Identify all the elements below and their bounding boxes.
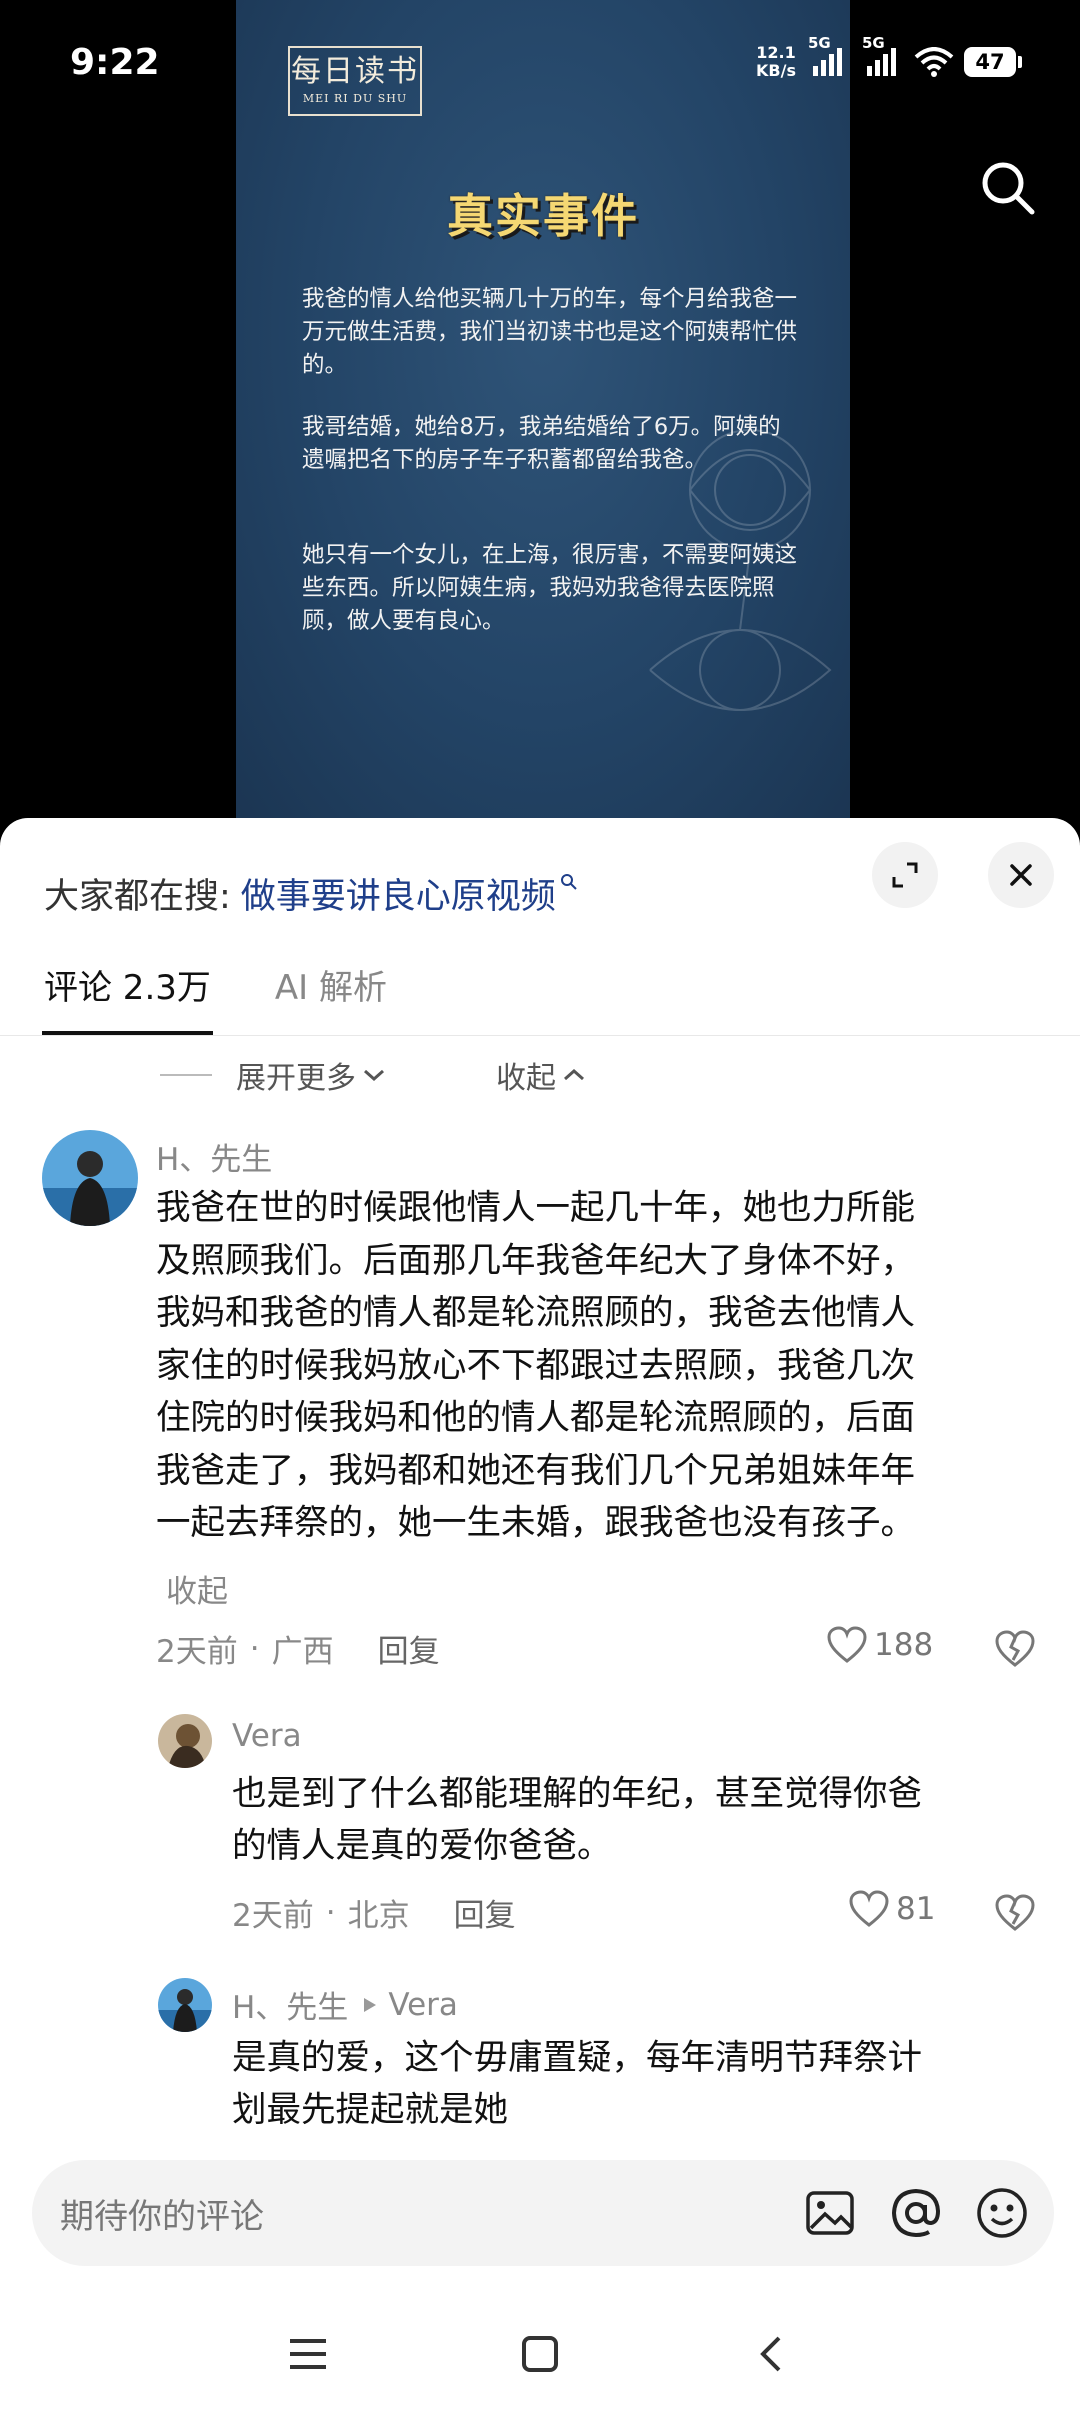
heart-icon	[827, 1626, 867, 1663]
back-chevron-icon	[760, 2336, 781, 2372]
logo-title: 每日读书	[291, 54, 419, 89]
video-paragraph: 我哥结婚，她给8万，我弟结婚给了6万。阿姨的遗嘱把名下的房子车子积蓄都留给我爸。	[302, 414, 781, 473]
comment-username[interactable]: H、先生	[156, 1134, 272, 1179]
comment-line: 及照顾我们。后面那几年我爸年纪大了身体不好，	[156, 1240, 915, 1281]
comment-line: 家住的时候我妈放心不下都跟过去照顾，我爸几次	[156, 1345, 915, 1386]
trending-search[interactable]: 大家都在搜: 做事要讲良心原视频	[44, 848, 578, 938]
nav-menu-button[interactable]	[278, 2324, 338, 2384]
comment-line: 住院的时候我妈和他的情人都是轮流照顾的，后面	[156, 1398, 915, 1438]
like-count: 81	[896, 1891, 936, 1927]
comment-text: 我爸在世的时候跟他情人一起几十年，她也力所能 及照顾我们。后面那几年我爸年纪大了…	[156, 1182, 915, 1550]
wifi-icon	[914, 47, 954, 77]
avatar[interactable]	[158, 1714, 212, 1768]
signal-icon: 5G	[862, 34, 896, 76]
tab-bar: 评论 2.3万 AI 解析	[42, 953, 451, 1035]
comment-location: 北京	[347, 1898, 410, 1934]
tab-comments[interactable]: 评论 2.3万	[42, 953, 213, 1035]
reply-meta: 2天前 · 北京 回复	[232, 1890, 516, 1935]
signal-label: 5G	[862, 34, 885, 52]
reply-text: 是真的爱，这个毋庸置疑，每年清明节拜祭计 划最先提起就是她	[232, 2032, 922, 2136]
network-speed: 12.1 KB/s	[756, 44, 796, 80]
video-title: 真实事件	[447, 189, 639, 243]
reply-arrow-icon	[364, 1997, 377, 2012]
image-icon	[806, 2191, 854, 2235]
replies-toggle-row: 展开更多 收起	[160, 1040, 586, 1110]
reply-button[interactable]: 回复	[454, 1890, 516, 1935]
comment-line: 我爸走了，我妈都和她还有我们几个兄弟姐妹年年	[156, 1450, 915, 1491]
network-speed-unit: KB/s	[756, 61, 796, 80]
close-button[interactable]	[988, 842, 1054, 908]
logo-subtitle: MEI RI DU SHU	[302, 92, 408, 105]
video-player[interactable]: 每日读书 MEI RI DU SHU 真实事件 我爸的情人给他买辆几十万的车，每…	[0, 0, 1080, 830]
meta-separator: ·	[249, 1630, 260, 1667]
avatar[interactable]	[42, 1130, 138, 1226]
tabs-divider	[0, 1035, 1080, 1036]
image-button[interactable]	[802, 2185, 858, 2241]
video-paragraph: 我爸的情人给他买辆几十万的车，每个月给我爸一万元做生活费，我们当初读书也是这个阿…	[302, 286, 798, 378]
collapse-comment-link[interactable]: 收起	[166, 1566, 228, 1611]
video-frame[interactable]: 每日读书 MEI RI DU SHU 真实事件 我爸的情人给他买辆几十万的车，每…	[236, 0, 850, 830]
system-nav-bar	[0, 2300, 1080, 2414]
comment-meta: 2天前 · 广西 回复	[156, 1626, 440, 1671]
heart-icon	[849, 1890, 889, 1927]
broken-heart-icon[interactable]	[994, 1630, 1036, 1668]
collapse-link[interactable]: 收起	[496, 1053, 556, 1097]
signal-label: 5G	[808, 34, 831, 52]
expand-more-link[interactable]: 展开更多	[236, 1053, 356, 1097]
emoji-button[interactable]	[974, 2185, 1030, 2241]
comment-line: 划最先提起就是她	[232, 2090, 508, 2130]
avatar[interactable]	[158, 1978, 212, 2032]
status-icons: 12.1 KB/s 5G 5G 47	[756, 34, 1022, 80]
meta-separator: ·	[325, 1894, 336, 1931]
reply-username[interactable]: H、先生	[232, 1982, 348, 2027]
reply-username[interactable]: Vera	[232, 1718, 302, 1754]
comment-line: 也是到了什么都能理解的年纪，甚至觉得你爸	[232, 1774, 922, 1814]
menu-icon	[290, 2339, 326, 2369]
comment-input[interactable]: 期待你的评论	[32, 2160, 1054, 2266]
broken-heart-icon[interactable]	[994, 1894, 1036, 1932]
home-square-icon	[522, 2336, 558, 2372]
expand-icon	[892, 862, 918, 888]
comment-location: 广西	[271, 1634, 334, 1670]
chevron-up-icon	[564, 1068, 584, 1081]
divider-dash	[160, 1074, 212, 1076]
chevron-down-icon	[364, 1069, 384, 1082]
comment-line: 我妈和我爸的情人都是轮流照顾的，我爸去他情人	[156, 1293, 915, 1333]
search-icon	[560, 874, 577, 890]
comment-input-placeholder[interactable]: 期待你的评论	[60, 2189, 802, 2238]
at-icon	[891, 2188, 941, 2238]
trending-query[interactable]: 做事要讲良心原视频	[241, 868, 556, 919]
comment-time: 2天前	[156, 1634, 238, 1670]
expand-button[interactable]	[872, 842, 938, 908]
reply-text: 也是到了什么都能理解的年纪，甚至觉得你爸 的情人是真的爱你爸爸。	[232, 1768, 922, 1872]
trending-label: 大家都在搜:	[44, 876, 231, 917]
search-icon[interactable]	[978, 158, 1038, 218]
comment-line: 我爸在世的时候跟他情人一起几十年，她也力所能	[156, 1188, 915, 1228]
comment-line: 一起去拜祭的，她一生未婚，跟我爸也没有孩子。	[156, 1503, 915, 1543]
nav-home-button[interactable]	[510, 2324, 570, 2384]
network-speed-value: 12.1	[756, 43, 796, 62]
reply-button[interactable]: 回复	[378, 1626, 440, 1671]
nav-back-button[interactable]	[740, 2324, 800, 2384]
battery-indicator: 47	[964, 47, 1022, 77]
channel-logo: 每日读书 MEI RI DU SHU	[288, 46, 422, 116]
mention-button[interactable]	[888, 2185, 944, 2241]
tab-ai-analysis[interactable]: AI 解析	[275, 953, 387, 1035]
like-button[interactable]: 188	[826, 1626, 933, 1664]
signal-icon: 5G	[808, 34, 842, 76]
status-time: 9:22	[70, 42, 160, 83]
reply-to-username[interactable]: Vera	[388, 1987, 458, 2023]
close-icon	[1010, 864, 1032, 886]
like-button[interactable]: 81	[848, 1890, 935, 1928]
comment-line: 的情人是真的爱你爸爸。	[232, 1826, 612, 1866]
comment-line: 是真的爱，这个毋庸置疑，每年清明节拜祭计	[232, 2038, 922, 2078]
video-paragraph: 她只有一个女儿，在上海，很厉害，不需要阿姨这些东西。所以阿姨生病，我妈劝我爸得去…	[302, 542, 798, 634]
emoji-icon	[977, 2188, 1027, 2238]
comment-time: 2天前	[232, 1898, 314, 1934]
reply-header: H、先生 Vera	[232, 1982, 458, 2027]
like-count: 188	[874, 1627, 934, 1663]
